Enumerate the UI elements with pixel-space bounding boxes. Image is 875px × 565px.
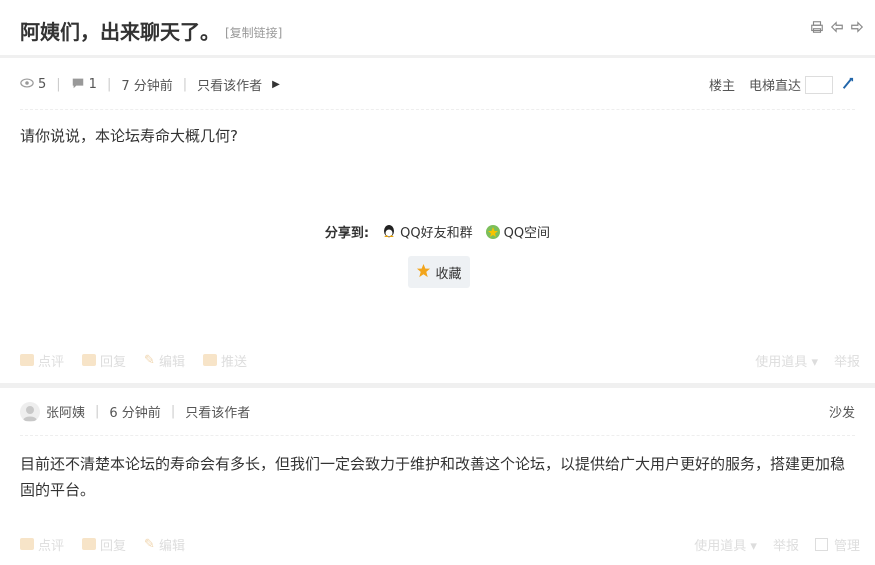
reply-button[interactable]: 回复: [82, 351, 126, 370]
only-author-label: 只看该作者: [197, 79, 263, 94]
comment-button[interactable]: 点评: [20, 535, 64, 554]
only-author-link[interactable]: 只看该作者: [185, 402, 250, 421]
action-right: 使用道具 ▾ 举报 管理: [694, 535, 860, 554]
floor-label: 楼主: [708, 79, 735, 94]
edit-label: 编辑: [158, 354, 185, 370]
report-link[interactable]: 举报: [773, 535, 799, 554]
post-2: 张阿姨 | 6 分钟前 | 只看该作者 沙发 目前还不清楚本论坛的寿命会有多长，…: [0, 388, 875, 565]
edit-label: 编辑: [158, 538, 185, 554]
push-icon: [202, 354, 217, 366]
manage-label: 管理: [833, 538, 860, 554]
avatar[interactable]: [20, 401, 40, 422]
post-actions: 点评 回复 ✎ 编辑 使用道具 ▾ 举报 管理: [20, 534, 860, 554]
arrow-right-icon[interactable]: [849, 19, 865, 35]
pencil-icon: ✎: [144, 352, 155, 368]
eye-icon: [20, 76, 34, 94]
comment-icon: [20, 354, 34, 366]
post-body: 目前还不清楚本论坛的寿命会有多长，但我们一定会致力于维护和改善这个论坛，以提供给…: [20, 455, 846, 499]
meta-right: 沙发: [829, 402, 855, 421]
tools-menu[interactable]: 使用道具 ▾: [694, 535, 757, 554]
push-button[interactable]: 推送: [202, 351, 247, 370]
thread-title: 阿姨们，出来聊天了。: [20, 20, 220, 44]
print-icon[interactable]: [809, 19, 825, 35]
share-qzone-label: QQ空间: [503, 226, 551, 241]
reply-button[interactable]: 回复: [82, 535, 126, 554]
edit-button[interactable]: ✎ 编辑: [144, 351, 185, 370]
favorite-button[interactable]: 收藏: [408, 256, 470, 288]
divider: |: [170, 404, 176, 419]
divider: |: [106, 77, 112, 92]
tools-label: 使用道具: [755, 354, 808, 370]
action-right: 使用道具 ▾ 举报: [755, 351, 860, 370]
tools-label: 使用道具: [694, 538, 747, 554]
post-time: 6 分钟前: [109, 406, 161, 421]
reply-count: 1: [71, 76, 97, 94]
post-meta: 张阿姨 | 6 分钟前 | 只看该作者 沙发: [20, 388, 855, 436]
qq-icon: [381, 224, 397, 240]
comment-label: 点评: [38, 354, 65, 370]
author-name[interactable]: 张阿姨: [46, 402, 85, 421]
thread-header: 阿姨们，出来聊天了。 [复制链接]: [0, 0, 875, 58]
share-row: 分享到: QQ好友和群 QQ空间: [0, 222, 875, 241]
star-icon: [416, 263, 431, 282]
share-qq-label: QQ好友和群: [400, 226, 473, 241]
divider: |: [182, 77, 188, 92]
header-tools: [809, 19, 865, 35]
favorite-label: 收藏: [435, 266, 462, 282]
comment-icon: [20, 538, 34, 550]
push-label: 推送: [220, 354, 247, 370]
reply-label: 回复: [100, 538, 127, 554]
share-qq[interactable]: QQ好友和群: [381, 222, 473, 241]
arrow-left-icon[interactable]: [829, 19, 845, 35]
post-actions: 点评 回复 ✎ 编辑 推送 使用道具 ▾ 举报: [20, 350, 860, 370]
floor-label: 沙发: [828, 406, 855, 421]
post-time: 7 分钟前: [121, 79, 173, 94]
view-count-value: 5: [38, 77, 47, 92]
manage-control[interactable]: 管理: [814, 535, 860, 554]
post-body: 请你说说，本论坛寿命大概几何?: [20, 127, 238, 145]
only-author-link[interactable]: 只看该作者 ▶: [197, 75, 280, 94]
post-meta: 5 | 1 | 7 分钟前 | 只看该作者 ▶ 楼主 电梯直达: [20, 60, 855, 110]
share-qzone[interactable]: QQ空间: [485, 222, 550, 241]
share-label: 分享到:: [324, 226, 370, 241]
jump-go-icon[interactable]: [841, 76, 855, 94]
reply-icon: [82, 538, 97, 550]
divider: |: [95, 404, 100, 419]
divider: |: [56, 77, 61, 92]
manage-checkbox[interactable]: [814, 537, 828, 551]
report-link[interactable]: 举报: [834, 351, 860, 370]
tools-menu[interactable]: 使用道具 ▾: [755, 351, 818, 370]
jump-input[interactable]: [805, 75, 833, 94]
reply-label: 回复: [100, 354, 127, 370]
view-count: 5: [20, 76, 46, 94]
triangle-right-icon: ▶: [272, 79, 280, 90]
copy-link[interactable]: [复制链接]: [225, 24, 282, 41]
comment-icon: [71, 76, 85, 94]
reply-count-value: 1: [88, 77, 97, 92]
comment-label: 点评: [38, 538, 65, 554]
meta-right: 楼主 电梯直达: [709, 75, 855, 94]
edit-button[interactable]: ✎ 编辑: [144, 535, 185, 554]
pencil-icon: ✎: [144, 536, 155, 552]
qzone-icon: [485, 224, 501, 240]
post-1: 5 | 1 | 7 分钟前 | 只看该作者 ▶ 楼主 电梯直达 请你说说，本论坛…: [0, 60, 875, 385]
comment-button[interactable]: 点评: [20, 351, 64, 370]
reply-icon: [82, 354, 97, 366]
jump-label: 电梯直达: [748, 79, 801, 94]
